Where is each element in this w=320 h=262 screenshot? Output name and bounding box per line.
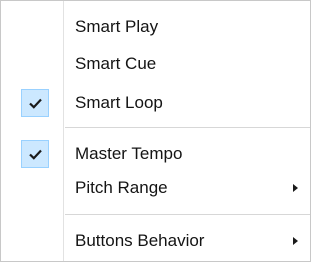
menu-item-smart-cue[interactable]: Smart Cue — [1, 47, 310, 81]
context-menu: Smart Play Smart Cue Smart Loop Master T… — [0, 0, 311, 262]
menu-item-smart-loop[interactable]: Smart Loop — [1, 86, 310, 120]
menu-item-label: Buttons Behavior — [75, 231, 205, 250]
menu-item-smart-play[interactable]: Smart Play — [1, 10, 310, 44]
submenu-arrow-icon — [293, 184, 298, 192]
checkmark-icon — [21, 89, 49, 117]
menu-separator — [65, 214, 310, 215]
menu-item-label: Smart Play — [75, 17, 159, 36]
menu-item-label: Smart Loop — [75, 93, 163, 112]
menu-item-label: Master Tempo — [75, 144, 183, 163]
menu-separator — [65, 127, 310, 128]
checkmark-icon — [21, 140, 49, 168]
menu-item-buttons-behavior[interactable]: Buttons Behavior — [1, 224, 310, 258]
menu-item-label: Smart Cue — [75, 54, 157, 73]
submenu-arrow-icon — [293, 237, 298, 245]
menu-item-pitch-range[interactable]: Pitch Range — [1, 171, 310, 205]
menu-item-master-tempo[interactable]: Master Tempo — [1, 137, 310, 171]
menu-item-label: Pitch Range — [75, 178, 168, 197]
